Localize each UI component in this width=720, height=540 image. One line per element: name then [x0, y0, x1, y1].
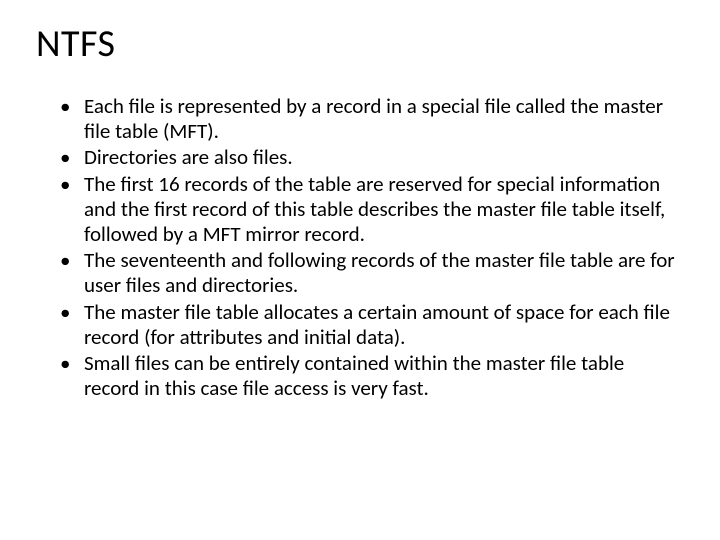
list-item: Directories are also files. [78, 145, 684, 170]
slide: NTFS Each file is represented by a recor… [0, 0, 720, 540]
bullet-list: Each file is represented by a record in … [36, 94, 684, 401]
list-item: The seventeenth and following records of… [78, 248, 684, 298]
list-item: The master file table allocates a certai… [78, 300, 684, 350]
list-item: The first 16 records of the table are re… [78, 172, 684, 246]
list-item: Small files can be entirely contained wi… [78, 351, 684, 401]
list-item: Each file is represented by a record in … [78, 94, 684, 144]
page-title: NTFS [36, 24, 684, 66]
